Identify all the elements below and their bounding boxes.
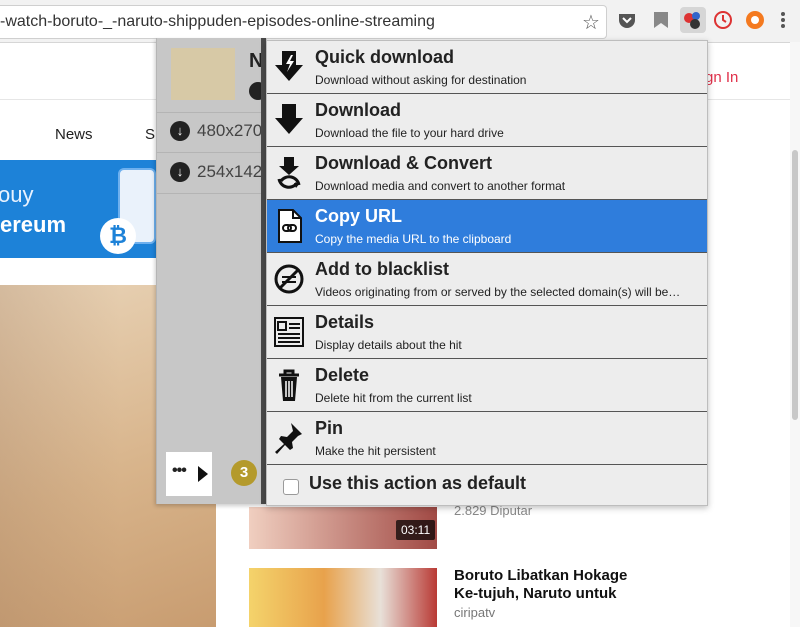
menu-item-title: Pin — [315, 418, 344, 438]
quick-download-icon — [275, 51, 303, 81]
menu-item-desc: Display details about the hit — [315, 338, 462, 352]
trash-icon — [279, 369, 299, 401]
url-text: -watch-boruto-_-naruto-shippuden-episode… — [0, 13, 435, 30]
hit-count-badge: 3 — [231, 460, 257, 486]
menu-item-desc: Delete hit from the current list — [315, 391, 472, 405]
divider — [156, 193, 266, 194]
banner-line1: ouy — [0, 182, 34, 207]
menu-item-details[interactable]: Details Display details about the hit — [267, 306, 707, 359]
bookmark-star-icon[interactable]: ☆ — [582, 10, 600, 35]
default-action-row[interactable]: Use this action as default — [267, 465, 707, 505]
video-thumbnail[interactable] — [249, 568, 437, 627]
hit-thumbnail[interactable] — [171, 48, 235, 100]
nav-news[interactable]: News — [55, 126, 93, 143]
menu-item-pin[interactable]: Pin Make the hit persistent — [267, 412, 707, 465]
play-arrow-icon — [198, 466, 208, 482]
menu-item-desc: Download media and convert to another fo… — [315, 179, 566, 193]
menu-item-title: Details — [315, 312, 375, 332]
bitcoin-icon: ₿ — [100, 218, 136, 254]
block-icon — [274, 264, 304, 294]
menu-item-desc: Copy the media URL to the clipboard — [315, 232, 512, 246]
video-title[interactable]: Boruto Libatkan Hokage Ke-tujuh, Naruto … — [454, 567, 654, 603]
details-icon — [274, 317, 304, 347]
action-menu: Quick download Download without asking f… — [266, 40, 708, 506]
menu-item-title: Delete — [315, 365, 370, 385]
kebab-menu-icon[interactable] — [772, 9, 794, 31]
sync-icon[interactable] — [744, 9, 766, 31]
menu-item-desc: Download the file to your hard drive — [315, 126, 504, 140]
ad-banner[interactable]: ouy ereum ₿ — [0, 160, 156, 258]
menu-item-download[interactable]: Download Download the file to your hard … — [267, 94, 707, 147]
clock-icon[interactable] — [712, 9, 734, 31]
ellipsis-icon: ••• — [172, 462, 187, 479]
video-duration: 03:11 — [396, 520, 436, 540]
video-downloadhelper-icon[interactable] — [680, 7, 706, 33]
menu-item-title: Quick download — [315, 47, 455, 67]
address-bar[interactable]: -watch-boruto-_-naruto-shippuden-episode… — [0, 5, 607, 39]
scrollbar-thumb[interactable] — [792, 150, 798, 420]
download-icon — [275, 104, 303, 134]
sign-in-link[interactable]: gn In — [705, 69, 738, 86]
default-action-label[interactable]: Use this action as default — [309, 473, 526, 494]
browser-toolbar: -watch-boruto-_-naruto-shippuden-episode… — [0, 0, 800, 43]
download-circle-icon[interactable]: ↓ — [170, 121, 190, 141]
pin-icon — [275, 423, 302, 454]
hit-resolution[interactable]: 254x142 — [197, 162, 262, 182]
banner-line2: ereum — [0, 212, 67, 237]
divider — [156, 152, 266, 153]
pocket-icon[interactable] — [616, 9, 638, 31]
menu-item-desc: Make the hit persistent — [315, 444, 436, 458]
menu-item-copy-url[interactable]: Copy URL Copy the media URL to the clipb… — [267, 200, 707, 253]
menu-item-title: Add to blacklist — [315, 259, 450, 279]
download-circle-icon[interactable]: ↓ — [170, 162, 190, 182]
menu-item-download-convert[interactable]: Download & Convert Download media and co… — [267, 147, 707, 200]
menu-item-quick-download[interactable]: Quick download Download without asking f… — [267, 41, 707, 94]
menu-item-title: Download & Convert — [315, 153, 493, 173]
menu-item-title: Download — [315, 100, 401, 120]
bookmark-icon[interactable] — [650, 9, 672, 31]
link-file-icon — [278, 209, 302, 243]
divider — [156, 112, 266, 113]
menu-item-desc: Videos originating from or served by the… — [315, 285, 681, 299]
hits-panel — [156, 38, 267, 504]
menu-item-delete[interactable]: Delete Delete hit from the current list — [267, 359, 707, 412]
menu-item-add-blacklist[interactable]: Add to blacklist Videos originating from… — [267, 253, 707, 306]
convert-icon — [277, 157, 301, 189]
default-action-checkbox[interactable] — [283, 479, 299, 495]
channel-name[interactable]: ciripatv — [454, 605, 495, 620]
menu-item-desc: Download without asking for destination — [315, 73, 527, 87]
hit-resolution[interactable]: 480x270 — [197, 121, 262, 141]
menu-item-title: Copy URL — [315, 206, 402, 226]
more-actions-button[interactable]: ••• — [166, 452, 212, 496]
article-image-shade — [0, 285, 120, 627]
